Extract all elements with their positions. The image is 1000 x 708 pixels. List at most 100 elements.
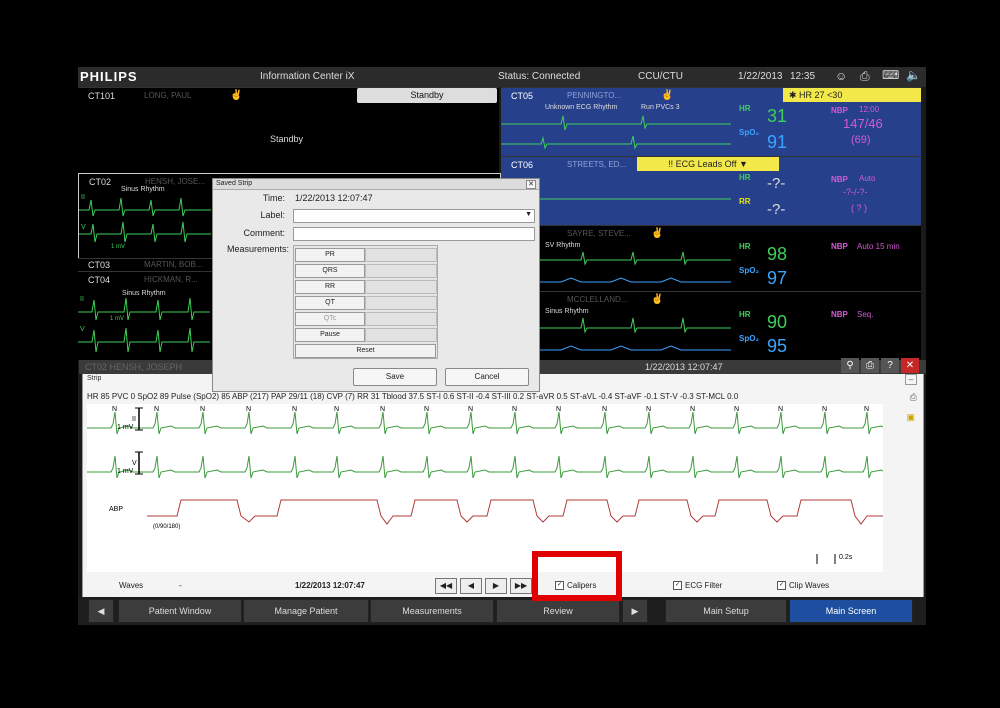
pause-button[interactable]: Pause: [295, 328, 365, 342]
saved-strip-dialog: Saved Strip ✕ Time: 1/22/2013 12:07:47 L…: [212, 178, 540, 392]
bed-id: CT02: [89, 177, 112, 187]
qt-button[interactable]: QT: [295, 296, 365, 310]
main-setup-button[interactable]: Main Setup: [665, 599, 787, 623]
bed-patient-name: SAYRE, STEVE...: [567, 229, 631, 238]
pause-value: [365, 328, 437, 342]
review-button[interactable]: Review: [496, 599, 620, 623]
strip-patient: CT02 HENSH, JOSEPH: [85, 362, 183, 372]
measurements-label: Measurements:: [226, 244, 289, 254]
bed-patient-name: MCCLELLAND...: [567, 295, 628, 304]
scale-ii: 1 mV: [117, 424, 134, 431]
walking-person-icon: ✌: [651, 228, 664, 239]
waves-label: Waves: [119, 581, 144, 590]
pr-button[interactable]: PR: [295, 248, 365, 262]
spo2-value: 97: [767, 268, 788, 288]
bed-ct08[interactable]: MCCLELLAND... ✌ Sinus Rhythm HR 90 SpO₂ …: [501, 291, 921, 360]
patient-window-button[interactable]: Patient Window: [118, 599, 242, 623]
clip-waves-checkbox[interactable]: ✓ Clip Waves: [777, 581, 829, 591]
measurements-line: HR 85 PVC 0 SpO2 89 Pulse (SpO2) 85 ABP …: [87, 392, 739, 401]
hr-value: -?-: [767, 175, 786, 192]
waveform-area[interactable]: NNNNNNNNNNNNNNNNNN II 1 mV V 1 mV ABP (0…: [87, 404, 883, 572]
save-button[interactable]: Save: [353, 368, 437, 386]
scale-v: 1 mV: [117, 468, 134, 475]
nav-right-arrow[interactable]: ▶: [622, 599, 648, 623]
bed-id: CT04: [88, 275, 111, 285]
walking-person-icon: ✌: [230, 90, 243, 101]
abp-scale: (0/90/180): [153, 524, 181, 530]
dropdown-icon: ▼: [738, 159, 748, 169]
hr-label: HR: [739, 104, 751, 113]
strip-datetime: 1/22/2013 12:07:47: [645, 362, 723, 372]
spo2-label: SpO₂: [739, 334, 759, 343]
nbp-mean: ( ? ): [851, 203, 868, 213]
help-icon[interactable]: ?: [881, 358, 899, 373]
spo2-value: 91: [767, 132, 788, 152]
bed-patient-name: PENNINGTO...: [567, 91, 622, 100]
waves-value[interactable]: -: [179, 581, 182, 590]
bed-patient-name: HICKMAN, R...: [144, 275, 198, 284]
rewind-fast-button[interactable]: ◀◀: [435, 578, 457, 594]
bed-ct07[interactable]: SAYRE, STEVE... ✌ SV Rhythm HR 98 SpO₂ 9…: [501, 225, 921, 291]
bed-id: CT03: [88, 260, 111, 270]
strip-window: CT02 HENSH, JOSEPH 1/22/2013 12:07:47 ⚲ …: [79, 358, 926, 600]
cancel-button[interactable]: Cancel: [445, 368, 529, 386]
nbp-time: 12:00: [859, 105, 880, 114]
hr-alarm-banner[interactable]: ✱ HR 27 <30: [783, 88, 921, 102]
ecg-filter-checkbox[interactable]: ✓ ECG Filter: [673, 581, 722, 591]
bed-patient-name: HENSH, JOSE...: [145, 177, 206, 186]
comment-input[interactable]: [293, 227, 535, 241]
main-screen-button[interactable]: Main Screen: [789, 599, 913, 623]
hr-value: 31: [767, 106, 788, 126]
nav-left-arrow[interactable]: ◀: [88, 599, 114, 623]
measurements-button[interactable]: Measurements: [370, 599, 494, 623]
top-bar: PHILIPS Information Center iX Status: Co…: [78, 67, 926, 87]
rr-value: [365, 280, 437, 294]
pr-value: [365, 248, 437, 262]
strip-tab[interactable]: Strip: [87, 375, 101, 382]
rr-value: -?-: [767, 201, 786, 218]
qtc-button: QTc: [295, 312, 365, 326]
close-icon[interactable]: ✕: [901, 358, 919, 373]
qrs-value: [365, 264, 437, 278]
qrs-button[interactable]: QRS: [295, 264, 365, 278]
dialog-close-icon[interactable]: ✕: [526, 180, 536, 189]
rewind-button[interactable]: ◀: [460, 578, 482, 594]
spo2-label: SpO₂: [739, 128, 759, 137]
nbp-label: NBP: [831, 106, 848, 115]
ecg-trace-ct02: [79, 197, 211, 243]
bed-ct06[interactable]: CT06 STREETS, ED... !! ECG Leads Off ▼ H…: [501, 156, 921, 225]
bed-id: CT06: [511, 160, 534, 170]
key-icon[interactable]: ⚲: [841, 358, 859, 373]
forward-fast-button[interactable]: ▶▶: [510, 578, 532, 594]
logo: PHILIPS: [80, 69, 138, 84]
nbp-mode: Auto: [859, 174, 876, 183]
connection-status: Status: Connected: [498, 71, 581, 82]
bed-ct101[interactable]: CT101 LONG, PAUL ✌ Standby Standby: [78, 87, 499, 173]
manage-patient-button[interactable]: Manage Patient: [243, 599, 369, 623]
checkbox-icon: ✓: [777, 581, 786, 591]
print-icon[interactable]: ⎙: [861, 358, 879, 373]
checkbox-icon: ✓: [673, 581, 682, 591]
standby-button[interactable]: Standby: [357, 88, 497, 103]
note-icon[interactable]: ▣: [906, 412, 915, 423]
strip-timestamp: 1/22/2013 12:07:47: [295, 581, 365, 590]
minimize-icon[interactable]: –: [905, 374, 917, 385]
nbp-value: -?-/-?-: [843, 187, 868, 197]
printer-icon[interactable]: ⎙: [860, 69, 870, 84]
reset-button[interactable]: Reset: [295, 344, 436, 358]
people-icon[interactable]: ☺: [835, 69, 847, 83]
leads-off-alert[interactable]: !! ECG Leads Off ▼: [637, 157, 779, 171]
rr-label: RR: [739, 197, 751, 206]
speaker-icon[interactable]: 🔈: [906, 68, 921, 82]
forward-button[interactable]: ▶: [485, 578, 507, 594]
strip-waveforms: NNNNNNNNNNNNNNNNNN: [87, 406, 883, 564]
ecg-trace-ct05: [501, 115, 731, 150]
rr-button[interactable]: RR: [295, 280, 365, 294]
lead-v-label: V: [132, 460, 137, 467]
calipers-highlight-box: [532, 551, 622, 601]
label-label: Label:: [260, 210, 285, 220]
label-dropdown[interactable]: ▼: [293, 209, 535, 223]
print-small-icon[interactable]: ⎙: [910, 392, 917, 403]
bed-ct05[interactable]: CT05 PENNINGTO... ✌ Unknown ECG Rhythm R…: [501, 87, 921, 156]
keyboard-icon[interactable]: ⌨: [882, 68, 899, 82]
